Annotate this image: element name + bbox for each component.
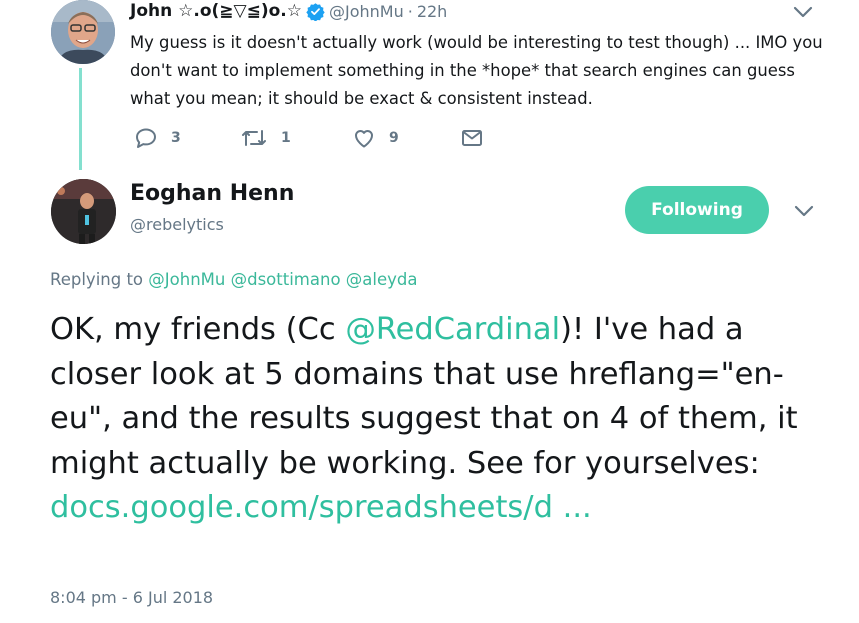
tweet2-author-name[interactable]: Eoghan Henn [130,181,294,206]
reply-mention-link[interactable]: @aleyda [346,270,418,289]
replying-to-line: Replying to @JohnMu @dsottimano @aleyda [50,270,418,289]
tweet2-text-part: OK, my friends (Cc [50,312,346,347]
retweet-button[interactable]: 1 [240,126,291,150]
reply-count: 3 [171,130,181,146]
reply-mention-link[interactable]: @JohnMu [148,270,225,289]
like-button[interactable]: 9 [352,126,399,150]
url-link[interactable]: docs.google.com/spreadsheets/d ... [50,490,592,525]
tweet2-timestamp[interactable]: 8:04 pm - 6 Jul 2018 [50,588,213,607]
retweet-count: 1 [281,130,291,146]
reply-icon [136,128,156,148]
reply-button[interactable]: 3 [134,126,181,150]
direct-message-button[interactable] [460,126,497,150]
thread-connector-line [79,68,82,170]
reply-mention-link[interactable]: @dsottimano [231,270,341,289]
direct-message-icon [462,130,482,146]
chevron-down-icon[interactable] [793,203,815,217]
mention-link[interactable]: @RedCardinal [345,312,560,347]
tweet1-handle[interactable]: @JohnMu [329,2,404,21]
replying-to-label: Replying to [50,270,144,289]
chevron-down-icon[interactable] [792,4,814,18]
retweet-icon [242,130,266,146]
tweet1-header: John ☆.o(≧▽≦)o.☆ @JohnMu · 22h [130,0,447,24]
tweet1-author-name[interactable]: John ☆.o(≧▽≦)o.☆ [130,1,302,21]
like-count: 9 [389,130,399,146]
tweet2-text: OK, my friends (Cc @RedCardinal)! I've h… [50,308,840,531]
eoghan-avatar[interactable] [51,179,116,244]
tweet2-handle[interactable]: @rebelytics [130,215,224,234]
separator-dot: · [407,1,413,21]
tweet1-time[interactable]: 22h [417,2,448,21]
following-button[interactable]: Following [625,186,769,234]
verified-badge-icon [306,2,325,22]
tweet1-text: My guess is it doesn't actually work (wo… [130,33,823,108]
like-icon [354,130,374,148]
john-avatar[interactable] [51,0,115,64]
